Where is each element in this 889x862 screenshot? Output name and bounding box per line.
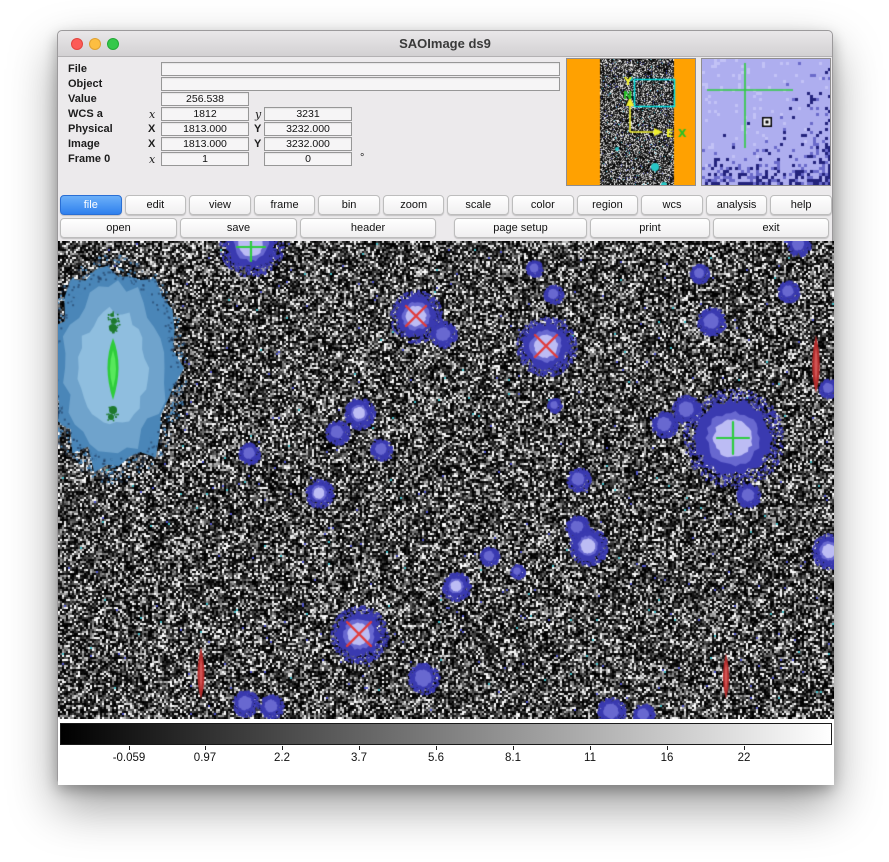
colorbar-label: -0.059 xyxy=(113,752,146,764)
panner-canvas[interactable] xyxy=(567,59,695,185)
physical-y-field: 3232.000 xyxy=(264,122,352,136)
wcs-y-field: 3231 xyxy=(264,107,352,121)
colorbar-label: 5.6 xyxy=(428,752,444,764)
magnifier-canvas xyxy=(702,59,830,185)
ds9-window: SAOImage ds9 File Object Value 256.538 W… xyxy=(57,30,833,784)
menu-bin[interactable]: bin xyxy=(318,195,380,215)
colorbar-tick xyxy=(590,746,591,750)
info-row-wcs: WCS a x 1812 y 3231 xyxy=(58,107,566,121)
page-setup-button[interactable]: page setup xyxy=(454,218,587,238)
minimize-button[interactable] xyxy=(89,38,101,50)
file-field xyxy=(161,62,560,76)
degree-symbol: ° xyxy=(360,152,364,164)
menu-scale[interactable]: scale xyxy=(447,195,509,215)
physical-y-label: Y xyxy=(254,123,261,135)
physical-x-label: X xyxy=(148,123,155,135)
colorbar-tick xyxy=(436,746,437,750)
menu-view[interactable]: view xyxy=(189,195,251,215)
info-row-physical: Physical X 1813.000 Y 3232.000 xyxy=(58,122,566,136)
physical-label: Physical xyxy=(68,123,113,135)
value-label: Value xyxy=(68,93,97,105)
close-button[interactable] xyxy=(71,38,83,50)
exit-button[interactable]: exit xyxy=(713,218,829,238)
wcs-label: WCS a xyxy=(68,108,103,120)
file-submenu-bar: open save header page setup print exit xyxy=(60,218,832,238)
colorbar-tick xyxy=(282,746,283,750)
colorbar-label: 0.97 xyxy=(194,752,216,764)
image-x-label: X xyxy=(148,138,155,150)
physical-x-field: 1813.000 xyxy=(161,122,249,136)
image-x-field: 1813.000 xyxy=(161,137,249,151)
titlebar[interactable]: SAOImage ds9 xyxy=(58,31,832,57)
colorbar-tick xyxy=(359,746,360,750)
menu-bar: file edit view frame bin zoom scale colo… xyxy=(60,195,832,215)
value-field: 256.538 xyxy=(161,92,249,106)
info-row-object: Object xyxy=(58,77,566,91)
colorbar-gradient[interactable] xyxy=(60,723,832,745)
colorbar-tick xyxy=(129,746,130,750)
colorbar-label: 2.2 xyxy=(274,752,290,764)
object-field xyxy=(161,77,560,91)
menu-color[interactable]: color xyxy=(512,195,574,215)
menu-zoom[interactable]: zoom xyxy=(383,195,445,215)
wcs-x-label: x xyxy=(149,108,155,121)
colorbar-label: 8.1 xyxy=(505,752,521,764)
wcs-y-label: y xyxy=(255,108,261,121)
info-row-file: File xyxy=(58,62,566,76)
window-title: SAOImage ds9 xyxy=(58,31,832,56)
colorbar-tick xyxy=(667,746,668,750)
maximize-button[interactable] xyxy=(107,38,119,50)
object-label: Object xyxy=(68,78,102,90)
open-button[interactable]: open xyxy=(60,218,177,238)
frame-zoom-field: 1 xyxy=(161,152,249,166)
print-button[interactable]: print xyxy=(590,218,710,238)
image-display-area[interactable] xyxy=(58,241,834,719)
menu-frame[interactable]: frame xyxy=(254,195,316,215)
file-label: File xyxy=(68,63,87,75)
save-button[interactable]: save xyxy=(180,218,297,238)
frame-x-label: x xyxy=(149,153,155,166)
info-row-image: Image X 1813.000 Y 3232.000 xyxy=(58,137,566,151)
menu-wcs[interactable]: wcs xyxy=(641,195,703,215)
wcs-x-field: 1812 xyxy=(161,107,249,121)
menu-help[interactable]: help xyxy=(770,195,832,215)
info-row-value: Value 256.538 xyxy=(58,92,566,106)
colorbar-label: 3.7 xyxy=(351,752,367,764)
image-display[interactable] xyxy=(58,241,834,719)
panner-panel[interactable] xyxy=(566,58,696,186)
menu-file[interactable]: file xyxy=(60,195,122,215)
frame-rotation-field: 0 xyxy=(264,152,352,166)
colorbar-tick xyxy=(744,746,745,750)
colorbar-label: 22 xyxy=(738,752,751,764)
menu-region[interactable]: region xyxy=(577,195,639,215)
colorbar-section: -0.059 0.97 2.2 3.7 5.6 8.1 11 16 22 xyxy=(58,719,834,785)
menu-analysis[interactable]: analysis xyxy=(706,195,768,215)
header-button[interactable]: header xyxy=(300,218,436,238)
info-row-frame: Frame 0 x 1 0 ° xyxy=(58,152,566,166)
colorbar-label: 16 xyxy=(661,752,674,764)
desktop-background: SAOImage ds9 File Object Value 256.538 W… xyxy=(0,0,889,862)
magnifier-panel xyxy=(701,58,831,186)
image-y-label: Y xyxy=(254,138,261,150)
frame-label: Frame 0 xyxy=(68,153,110,165)
image-label: Image xyxy=(68,138,100,150)
menu-edit[interactable]: edit xyxy=(125,195,187,215)
colorbar-tick xyxy=(205,746,206,750)
image-y-field: 3232.000 xyxy=(264,137,352,151)
colorbar-tick xyxy=(513,746,514,750)
colorbar-label: 11 xyxy=(584,752,596,764)
